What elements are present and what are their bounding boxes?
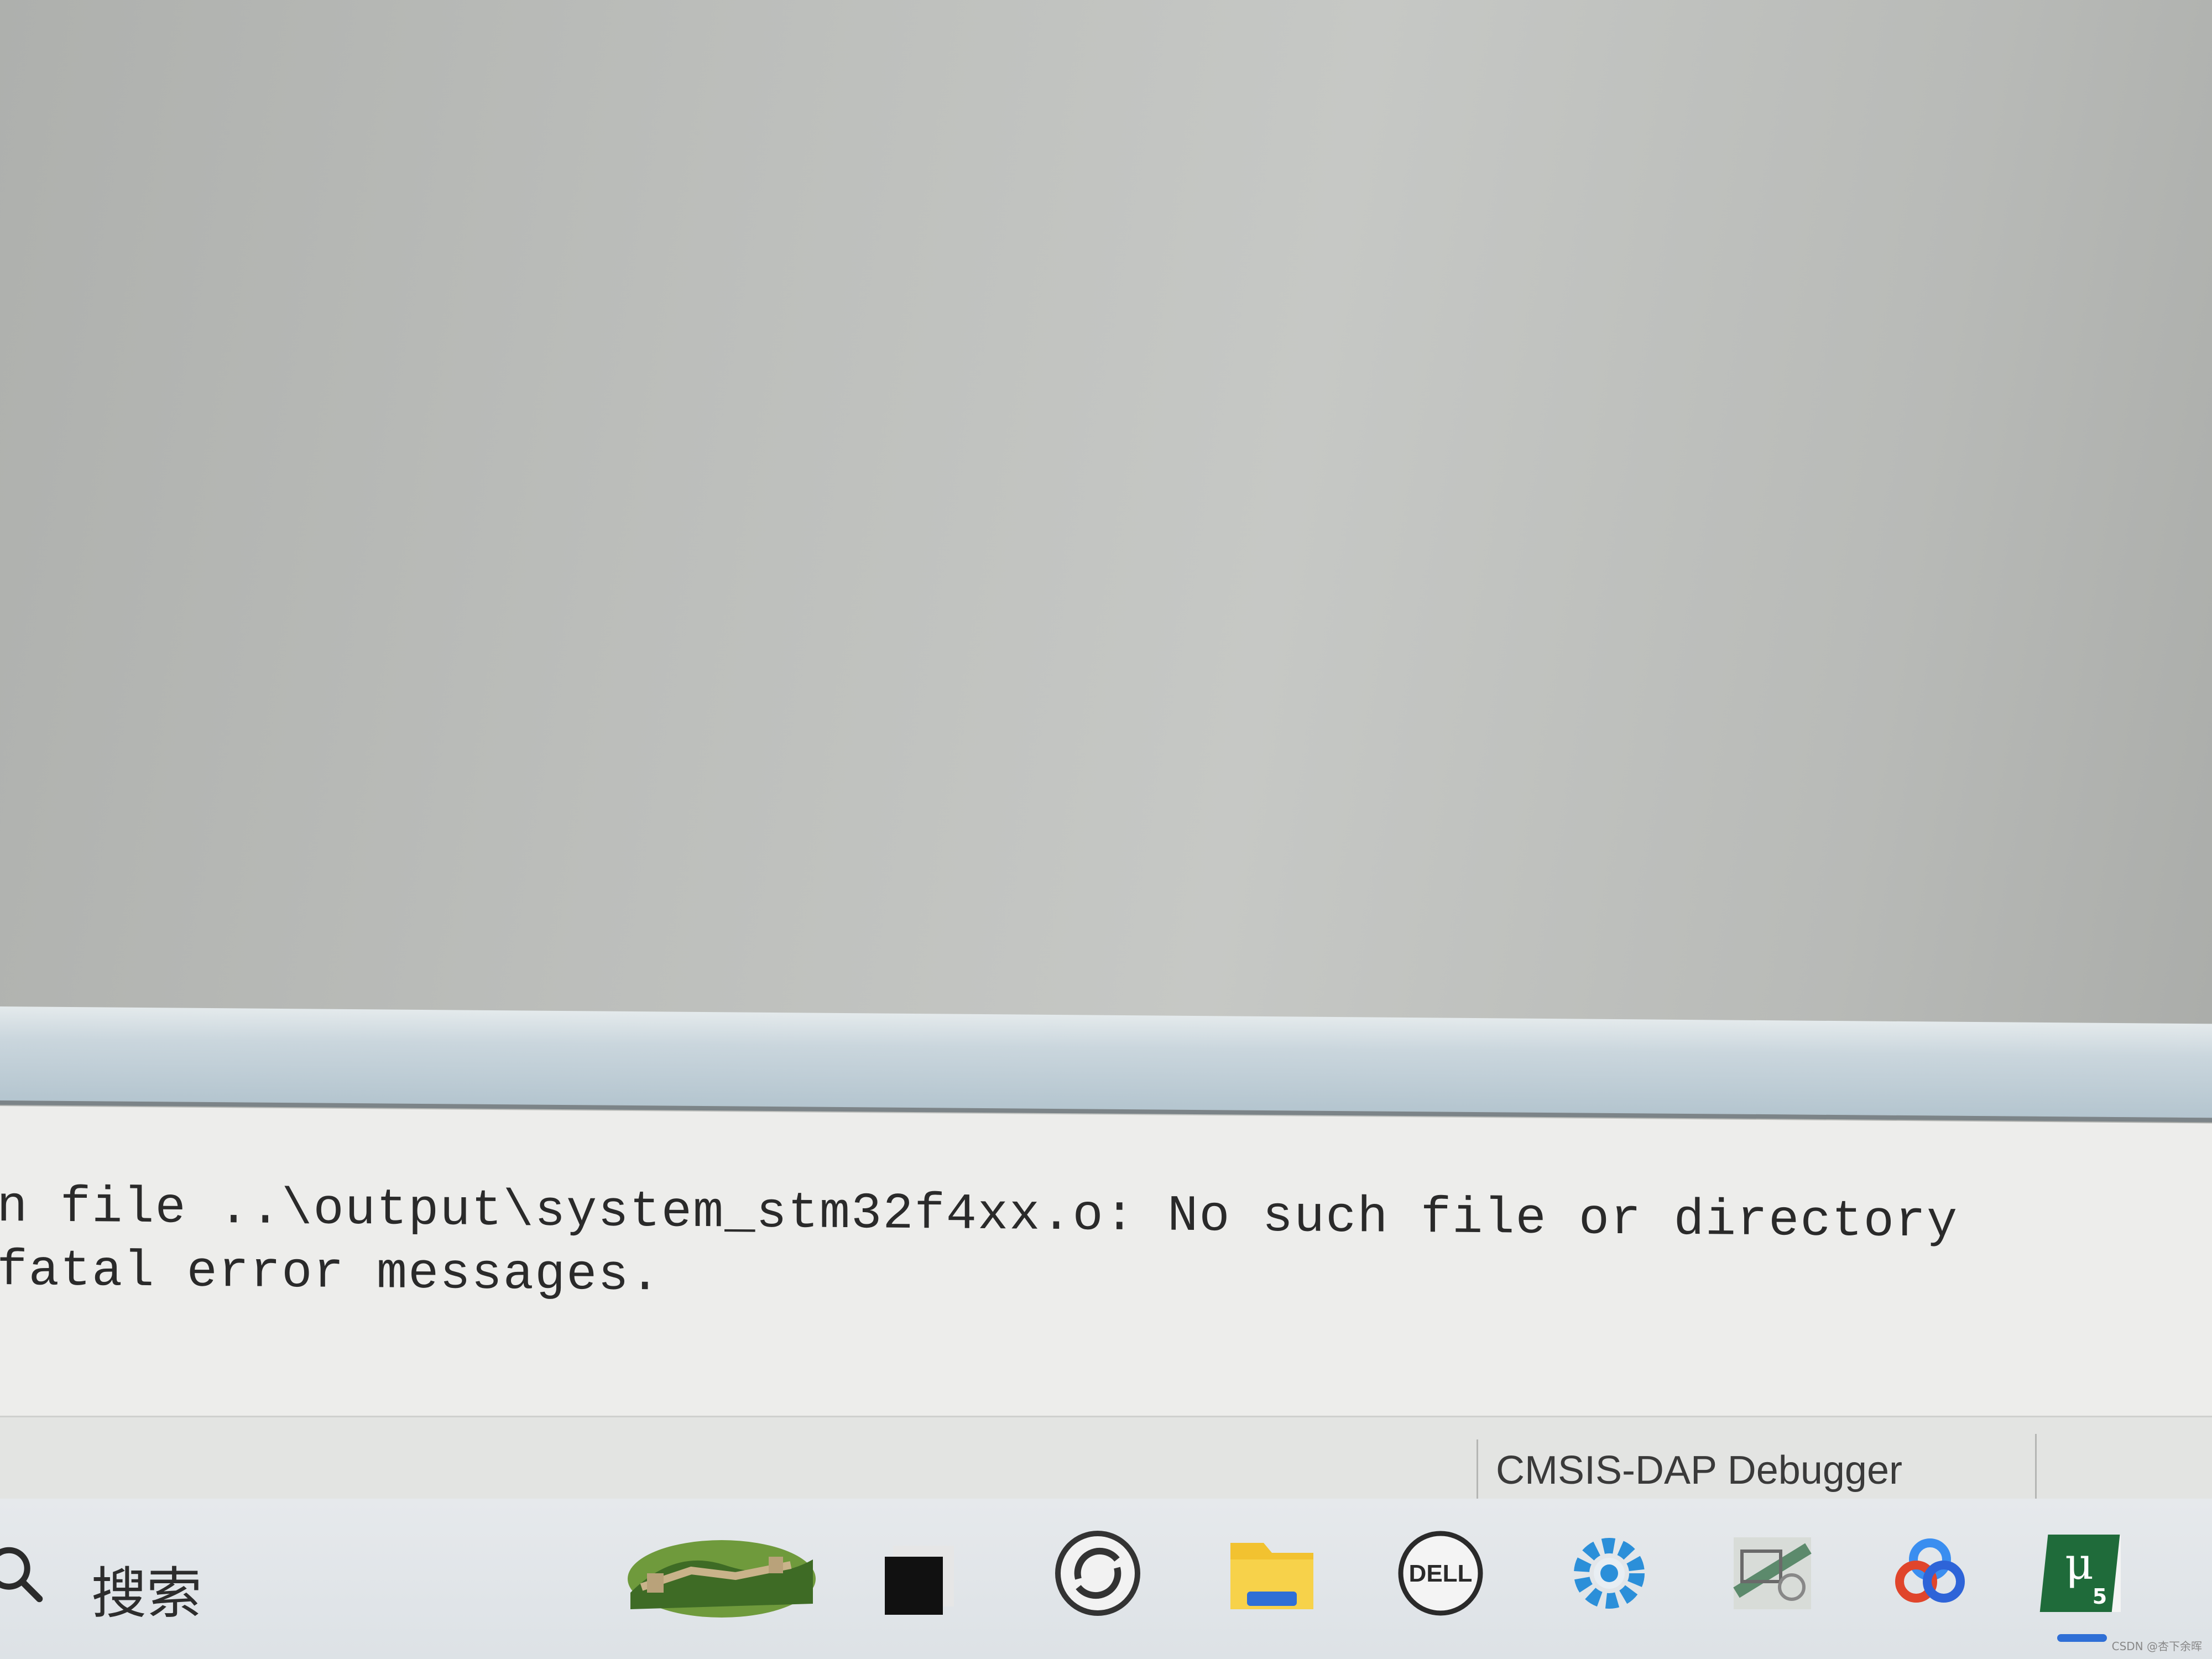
keil-uvision5-icon[interactable]: μ 5 [2038,1526,2132,1620]
search-icon [0,1547,43,1603]
keil-mu-glyph: μ [2065,1538,2094,1589]
search-label: 搜索 [91,1561,202,1626]
build-output-panel[interactable]: pen file ..\output\system_stm32f4xx.o: N… [0,1106,2212,1433]
dell-logo-text: DELL [1409,1560,1473,1587]
debugger-status: CMSIS-DAP Debugger [1496,1448,1902,1493]
keil-version-text: 5 [2093,1584,2107,1609]
build-output-titlebar[interactable] [0,1006,2212,1123]
active-app-indicator [2057,1634,2107,1642]
watermark: CSDN @杏下余晖 [2111,1640,2202,1653]
output-line: pen file ..\output\system_stm32f4xx.o: N… [0,1177,1959,1251]
file-explorer-icon[interactable] [1225,1526,1319,1620]
output-line: l fatal error messages. [0,1241,661,1305]
gear-support-icon[interactable] [1562,1526,1656,1620]
dell-icon[interactable]: DELL [1394,1526,1488,1620]
baidu-netdisk-icon[interactable] [1883,1526,1977,1620]
status-bar: CMSIS-DAP Debugger [0,1416,2212,1506]
circular-sync-app-icon[interactable] [1051,1526,1145,1620]
taskbar: 搜索 DELL μ 5 CSDN @杏下余晖 [0,1499,2212,1659]
taskbar-search[interactable]: 搜索 [0,1537,232,1626]
chip-tool-icon[interactable] [1725,1526,1819,1620]
status-divider [2035,1434,2037,1500]
editor-area [0,0,2212,1006]
black-square-app-icon[interactable] [874,1526,968,1620]
great-wall-widget-icon[interactable] [625,1526,818,1620]
status-divider [1477,1439,1478,1506]
